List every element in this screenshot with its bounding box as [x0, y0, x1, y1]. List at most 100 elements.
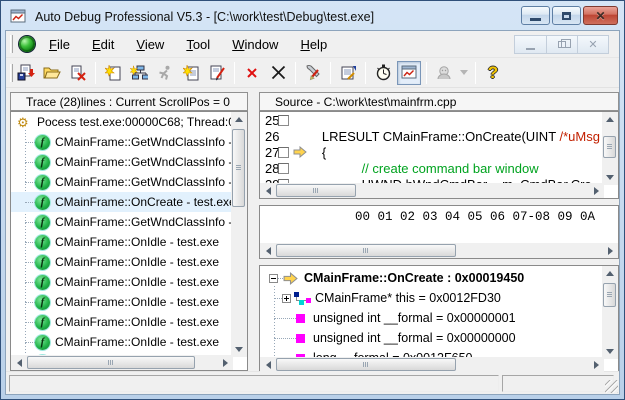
watch-root-row[interactable]: CMainFrame::OnCreate : 0x00019450 — [260, 268, 618, 288]
properties-button[interactable] — [336, 61, 360, 85]
source-view[interactable]: 25 26 LRESULT CMainFrame::OnCreate(UINT … — [259, 111, 619, 199]
trace-row[interactable]: fCMainFrame::GetWndClassInfo - test.exe — [11, 212, 247, 232]
new-process-button[interactable] — [101, 61, 125, 85]
menubar-grip[interactable] — [10, 35, 13, 53]
scroll-up-button[interactable] — [602, 266, 618, 281]
source-vertical-scrollbar[interactable] — [602, 112, 618, 185]
menu-window[interactable]: Window — [224, 34, 286, 55]
scroll-thumb[interactable] — [603, 136, 616, 158]
menu-edit[interactable]: Edit — [84, 34, 122, 55]
trace-row[interactable]: fCMainFrame::OnIdle - test.exe — [11, 232, 247, 252]
breakpoint-checkbox[interactable] — [278, 163, 289, 174]
big-black-x-icon — [271, 65, 286, 80]
function-icon: f — [35, 275, 50, 290]
minimize-button[interactable] — [521, 6, 550, 25]
tools-button[interactable] — [301, 61, 325, 85]
scroll-left-button[interactable] — [260, 243, 276, 258]
attach-process-button[interactable] — [127, 61, 151, 85]
breakpoint-checkbox[interactable] — [278, 115, 289, 126]
clear-all-button[interactable] — [266, 61, 290, 85]
mdi-restore-button[interactable] — [546, 36, 577, 53]
toolbar-separator — [365, 62, 366, 84]
trace-row[interactable]: fCMainFrame::OnIdle - test.exe — [11, 312, 247, 332]
watch-row[interactable]: unsigned int __formal = 0x00000000 — [260, 328, 618, 348]
menu-help[interactable]: Help — [292, 34, 335, 55]
delete-trace-button[interactable] — [66, 61, 90, 85]
delete-breakpoint-button[interactable] — [240, 61, 264, 85]
memory-horizontal-scrollbar[interactable] — [260, 243, 618, 258]
scroll-thumb[interactable] — [603, 283, 616, 307]
scroll-up-button[interactable] — [602, 112, 618, 127]
maximize-button[interactable] — [552, 6, 581, 25]
title-bar[interactable]: Auto Debug Professional V5.3 - [C:\work\… — [5, 3, 620, 30]
timer-button[interactable] — [371, 61, 395, 85]
close-button[interactable]: ✕ — [583, 6, 618, 25]
trace-row-selected[interactable]: fCMainFrame::OnCreate - test.exe — [11, 192, 247, 212]
trace-row[interactable]: fCMainFrame::OnIdle - test.exe — [11, 252, 247, 272]
scroll-right-button[interactable] — [217, 355, 233, 370]
menu-tool[interactable]: Tool — [178, 34, 218, 55]
trace-row[interactable]: fCMainFrame::OnIdle - test.exe — [11, 332, 247, 352]
breakpoint-checkbox[interactable] — [278, 147, 289, 158]
scroll-left-button[interactable] — [260, 357, 276, 372]
scroll-up-button[interactable] — [231, 112, 247, 127]
edit-breakpoints-button[interactable] — [205, 61, 229, 85]
source-line: 28 // create command bar window — [260, 160, 618, 176]
memory-view[interactable]: 00 01 02 03 04 05 06 07-08 09 0A — [259, 205, 619, 259]
scroll-down-button[interactable] — [231, 342, 247, 357]
mdi-minimize-button[interactable] — [515, 36, 546, 53]
trace-row[interactable]: fCMainFrame::OnIdle - test.exe — [11, 292, 247, 312]
trace-row[interactable]: fCMainFrame::GetWndClassInfo - test.exe — [11, 152, 247, 172]
trace-panel-header: Trace (28)lines : Current ScrollPos = 0 — [10, 92, 248, 111]
source-horizontal-scrollbar[interactable] — [260, 183, 604, 198]
open-folder-icon — [43, 65, 61, 80]
mdi-close-button[interactable]: ✕ — [577, 36, 608, 53]
status-pane-right — [502, 375, 614, 392]
toolbar-grip[interactable] — [10, 64, 13, 82]
toolbar-separator — [234, 62, 235, 84]
trace-vertical-scrollbar[interactable] — [231, 112, 247, 357]
scroll-thumb[interactable] — [27, 356, 195, 369]
scroll-right-button[interactable] — [588, 357, 604, 372]
scroll-left-button[interactable] — [11, 355, 27, 370]
trace-tree[interactable]: ⚙ Pocess test.exe:00000C68; Thread:00 0 … — [10, 111, 248, 371]
main-window-button[interactable] — [397, 61, 421, 85]
watch-row[interactable]: CMainFrame* this = 0x0012FD30 — [260, 288, 618, 308]
scroll-right-button[interactable] — [588, 183, 604, 198]
app-window: Auto Debug Professional V5.3 - [C:\work\… — [0, 0, 625, 400]
child-window-icon[interactable] — [19, 36, 35, 52]
expand-box-icon[interactable] — [282, 294, 291, 303]
close-icon: ✕ — [595, 10, 605, 22]
scroll-down-button[interactable] — [602, 170, 618, 185]
watch-row[interactable]: unsigned int __formal = 0x00000001 — [260, 308, 618, 328]
scroll-thumb[interactable] — [232, 129, 245, 207]
watch-view[interactable]: CMainFrame::OnCreate : 0x00019450 CMainF… — [259, 265, 619, 373]
delete-trace-icon — [70, 65, 86, 81]
source-line-current: 27 { — [260, 144, 618, 160]
save-trace-button[interactable] — [14, 61, 38, 85]
run-icon — [157, 65, 173, 81]
watch-vertical-scrollbar[interactable] — [602, 266, 618, 359]
scroll-left-button[interactable] — [260, 183, 276, 198]
process-gear-icon: ⚙ — [17, 116, 33, 129]
trace-row[interactable]: fCMainFrame::GetWndClassInfo - test.exe — [11, 172, 247, 192]
scroll-down-button[interactable] — [602, 344, 618, 359]
trace-root-row[interactable]: ⚙ Pocess test.exe:00000C68; Thread:00 0 — [11, 112, 247, 132]
trace-row[interactable]: fCMainFrame::OnIdle - test.exe — [11, 272, 247, 292]
scroll-thumb[interactable] — [276, 358, 456, 371]
trace-horizontal-scrollbar[interactable] — [11, 355, 233, 370]
view-modules-button[interactable] — [179, 61, 203, 85]
collapse-box-icon[interactable] — [269, 274, 278, 283]
scroll-right-button[interactable] — [602, 243, 618, 258]
scroll-thumb[interactable] — [276, 244, 456, 257]
scroll-thumb[interactable] — [276, 184, 356, 197]
status-bar — [6, 371, 619, 394]
menu-view[interactable]: View — [128, 34, 172, 55]
class-object-icon — [294, 292, 311, 305]
open-trace-button[interactable] — [40, 61, 64, 85]
menu-file[interactable]: File — [41, 34, 78, 55]
help-button[interactable]: ? — [481, 61, 505, 85]
trace-row[interactable]: fCMainFrame::GetWndClassInfo - test.exe — [11, 132, 247, 152]
watch-horizontal-scrollbar[interactable] — [260, 357, 604, 372]
resize-grip[interactable] — [605, 380, 618, 393]
